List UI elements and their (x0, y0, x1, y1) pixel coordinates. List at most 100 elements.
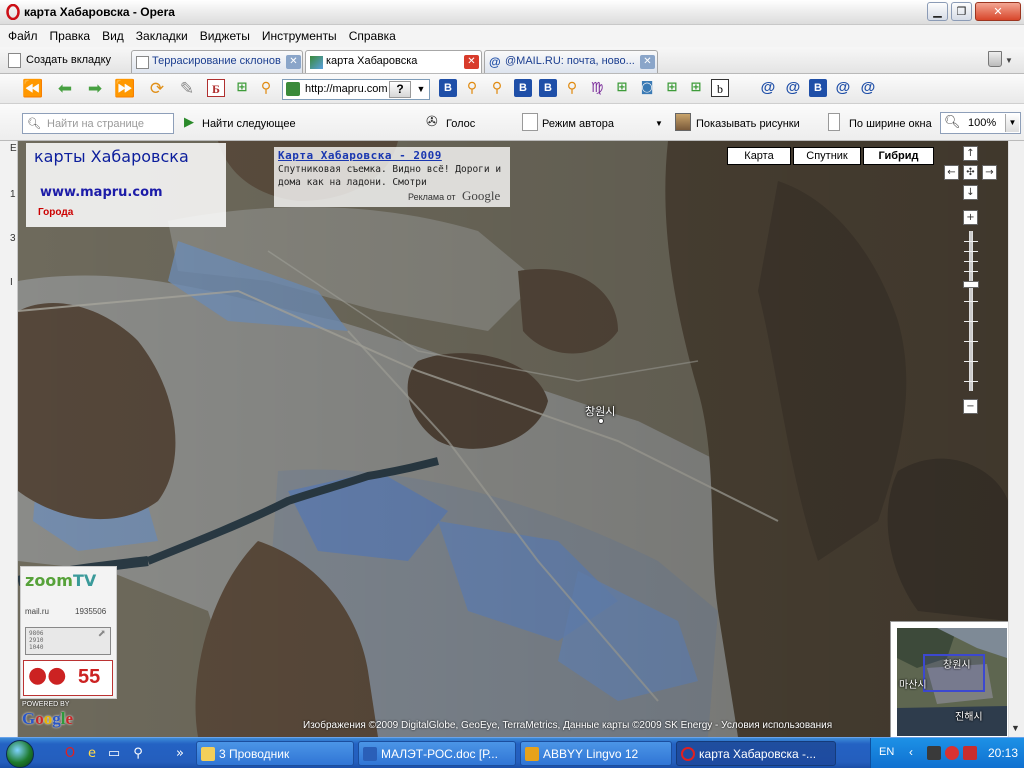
show-desktop-icon[interactable]: ▭ (106, 746, 122, 762)
chevron-down-icon[interactable]: ▼ (1005, 114, 1019, 132)
pan-up-icon[interactable]: ↑ (963, 146, 978, 161)
ad-title-link[interactable]: Карта Хабаровска - 2009 (278, 149, 442, 162)
fit-width-icon[interactable] (828, 113, 840, 131)
ads-google-logo[interactable]: Google (462, 188, 500, 204)
chevron-left-icon[interactable]: ‹ (909, 745, 913, 759)
menu-tools[interactable]: Инструменты (256, 25, 343, 47)
zoomtv-logo[interactable]: zoomTV (25, 571, 96, 590)
map-type-satellite-button[interactable]: Спутник (793, 147, 861, 165)
page-plus-icon[interactable]: ⊞ (613, 79, 631, 97)
show-images-button[interactable]: Показывать рисунки (696, 116, 800, 132)
start-button[interactable] (0, 738, 50, 768)
opera-icon[interactable]: O (62, 746, 78, 762)
trash-icon[interactable] (988, 51, 1002, 67)
close-tab-icon[interactable]: ✕ (286, 55, 301, 69)
bookmark-v-icon[interactable]: В (539, 79, 557, 97)
address-input[interactable]: http://mapru.com (305, 83, 389, 95)
image-icon[interactable] (675, 113, 691, 131)
zoom-out-button[interactable]: − (963, 399, 978, 414)
satellite-map[interactable]: карты Хабаровска www.mapru.com Города Ка… (18, 141, 1008, 737)
play-icon[interactable]: ▶ (184, 113, 200, 131)
bookmark-b-red-icon[interactable]: Б (207, 79, 225, 97)
brand-title[interactable]: карты Хабаровска (34, 147, 189, 166)
close-tab-icon[interactable]: ✕ (640, 55, 655, 69)
chevron-down-icon[interactable]: ▼ (655, 116, 663, 132)
page-plus-icon[interactable]: ⊞ (663, 79, 681, 97)
chevron-down-icon[interactable]: ▼ (1005, 56, 1013, 65)
task-opera[interactable]: карта Хабаровска -... (676, 741, 836, 766)
pan-left-icon[interactable]: ← (944, 165, 959, 180)
tab-khabarovsk-map[interactable]: карта Хабаровска ✕ (305, 50, 482, 73)
menu-edit[interactable]: Правка (44, 25, 97, 47)
new-tab-button[interactable]: Создать вкладку (6, 50, 111, 71)
at-icon[interactable]: @ (759, 79, 777, 97)
search-icon[interactable]: ⚲ (488, 79, 506, 97)
forward-icon[interactable]: ➡ (84, 79, 106, 99)
internet-explorer-icon[interactable]: e (84, 746, 100, 762)
tab-terracing[interactable]: Террасирование склонов ✕ (131, 50, 303, 73)
search-icon[interactable]: ⚲ (463, 79, 481, 97)
map-type-map-button[interactable]: Карта (727, 147, 791, 165)
zoomtv-widget[interactable]: zoomTV mail.ru 1935506 9806 2910 1040 ⬈ … (20, 566, 117, 699)
back-icon[interactable]: ⬅ (54, 79, 76, 99)
page-plus-icon[interactable]: ⊞ (687, 79, 705, 97)
language-indicator[interactable]: EN (879, 746, 894, 758)
menu-file[interactable]: Файл (2, 25, 44, 47)
page-plus-icon[interactable]: ⊞ (233, 79, 251, 97)
reload-icon[interactable]: ⟳ (146, 79, 168, 99)
voice-button[interactable]: Голос (446, 116, 475, 132)
maximize-button[interactable]: ❐ (951, 2, 972, 21)
pan-right-icon[interactable]: → (982, 165, 997, 180)
menu-widgets[interactable]: Виджеты (194, 25, 256, 47)
google-badge[interactable]: POWERED BY Google (20, 701, 84, 735)
city-marker-icon[interactable] (598, 418, 604, 424)
bookmark-b-icon[interactable]: b (711, 79, 729, 97)
search-icon[interactable]: ⚲ (130, 746, 146, 762)
pan-center-icon[interactable]: ✣ (963, 165, 978, 180)
at-icon[interactable]: @ (834, 79, 852, 97)
opera-tray-icon[interactable] (945, 746, 959, 760)
menu-help[interactable]: Справка (343, 25, 402, 47)
sound-icon[interactable]: ◙ (638, 79, 656, 97)
network-icon[interactable] (927, 746, 941, 760)
map-copyright[interactable]: Изображения ©2009 DigitalGlobe, GeoEye, … (303, 720, 832, 731)
vertical-scrollbar[interactable]: ▼ (1008, 141, 1024, 737)
brand-url-link[interactable]: www.mapru.com (40, 185, 163, 200)
chevron-down-icon[interactable]: ▼ (414, 81, 428, 98)
at-icon[interactable]: @ (784, 79, 802, 97)
task-word-doc[interactable]: МАЛЭТ-РОС.doc [Р... (358, 741, 516, 766)
search-icon[interactable]: ⚲ (563, 79, 581, 97)
microphone-icon[interactable]: ✇ (426, 113, 442, 131)
overview-map[interactable]: 창원시 마산시 진해시 (890, 621, 1008, 737)
find-on-page-input[interactable]: 🔍︎ Найти на странице (22, 113, 174, 134)
zoom-slider-thumb[interactable] (963, 281, 979, 288)
rating-badge[interactable]: ●● 55 (23, 660, 113, 696)
google-logo[interactable]: Google (22, 709, 73, 729)
close-window-button[interactable]: ✕ (975, 2, 1021, 21)
rewind-icon[interactable]: ⏪ (22, 79, 44, 99)
zoom-in-button[interactable]: + (963, 210, 978, 225)
bookmark-v-icon[interactable]: В (809, 79, 827, 97)
author-mode-button[interactable]: Режим автора (542, 116, 614, 132)
scroll-down-icon[interactable]: ▼ (1011, 723, 1020, 733)
help-icon[interactable]: ? (389, 81, 411, 98)
chevron-right-icon[interactable]: » (172, 746, 188, 762)
menu-bookmarks[interactable]: Закладки (130, 25, 194, 47)
minimize-button[interactable]: ▁ (927, 2, 948, 21)
visit-counter[interactable]: 9806 2910 1040 ⬈ (25, 627, 111, 655)
menu-view[interactable]: Вид (96, 25, 130, 47)
fast-forward-icon[interactable]: ⏩ (114, 79, 136, 99)
fit-width-button[interactable]: По ширине окна (849, 116, 932, 132)
ad-panel[interactable]: Карта Хабаровска - 2009 Спутниковая съем… (274, 147, 510, 207)
document-icon[interactable] (522, 113, 538, 131)
bookmark-v-icon[interactable]: В (439, 79, 457, 97)
zoom-select[interactable]: 🔍︎ 100% ▼ (940, 112, 1021, 134)
search-icon[interactable]: ⚲ (257, 79, 275, 97)
zoom-slider-track[interactable] (969, 231, 973, 391)
pan-down-icon[interactable]: ↓ (963, 185, 978, 200)
overview-imagery[interactable]: 창원시 마산시 진해시 (897, 628, 1007, 736)
bookmark-v-icon[interactable]: В (514, 79, 532, 97)
map-type-hybrid-button[interactable]: Гибрид (863, 147, 934, 165)
task-abbyy-lingvo[interactable]: ABBYY Lingvo 12 (520, 741, 672, 766)
virgo-icon[interactable]: ♍ (588, 79, 606, 97)
